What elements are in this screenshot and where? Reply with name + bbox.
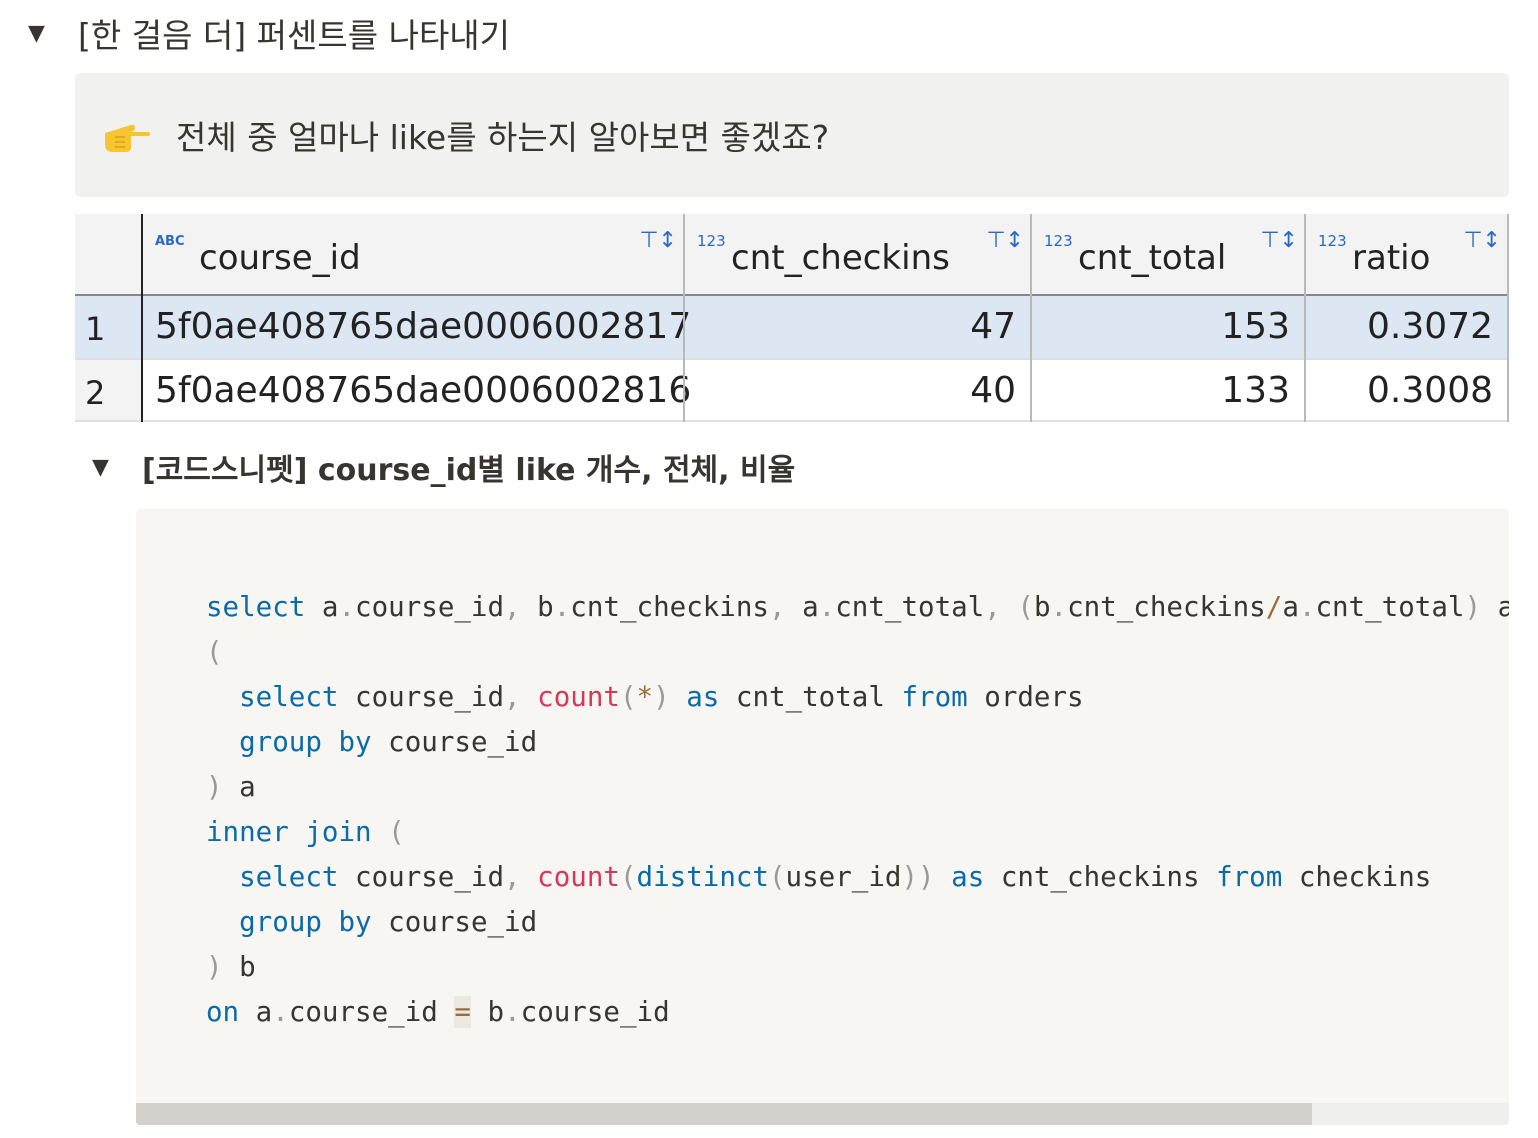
pointing-hand-icon [105, 124, 150, 152]
cell-ratio[interactable]: 0.3072 [1367, 306, 1493, 347]
cell-ratio[interactable]: 0.3008 [1367, 370, 1493, 411]
code-line-9: ) b [206, 951, 256, 983]
sort-filter-icon[interactable]: ⊤↕ [639, 228, 677, 253]
toggle-title: [코드스니펫] course_id별 like 개수, 전체, 비율 [142, 453, 796, 488]
code-line-1: select a.course_id, b.cnt_checkins, a.cn… [206, 591, 1509, 623]
column-header-cnt-total[interactable]: 123 cnt_total ⊤↕ [1032, 214, 1304, 294]
toggle-code-snippet[interactable]: ▼ [코드스니펫] course_id별 like 개수, 전체, 비율 [92, 442, 795, 492]
code-line-8: group by course_id [239, 906, 538, 938]
toggle-triangle-icon[interactable]: ▼ [28, 21, 78, 46]
cell-cnt-checkins[interactable]: 40 [970, 370, 1016, 411]
column-header-course-id[interactable]: ABC course_id ⊤↕ [143, 214, 683, 294]
callout-block: 전체 중 얼마나 like를 하는지 알아보면 좋겠죠? [75, 73, 1509, 197]
column-divider [683, 214, 685, 422]
toggle-triangle-icon[interactable]: ▼ [92, 455, 142, 480]
code-line-5: ) a [206, 771, 256, 803]
row-number: 2 [85, 374, 106, 412]
number-type-icon: 123 [1318, 232, 1347, 250]
code-line-6: inner join ( [206, 816, 405, 848]
cell-cnt-total[interactable]: 153 [1221, 306, 1290, 347]
result-grid: 1 5f0ae408765dae0006002817 47 153 0.3072… [75, 214, 1509, 422]
column-divider [1304, 214, 1306, 422]
callout-text: 전체 중 얼마나 like를 하는지 알아보면 좋겠죠? [176, 118, 830, 157]
code-content[interactable]: select a.course_id, b.cnt_checkins, a.cn… [206, 585, 1509, 1035]
toggle-title: [한 걸음 더] 퍼센트를 나타내기 [78, 16, 511, 55]
code-block[interactable]: select a.course_id, b.cnt_checkins, a.cn… [136, 509, 1509, 1125]
code-line-4: group by course_id [239, 726, 538, 758]
number-type-icon: 123 [697, 232, 726, 250]
code-line-3: select course_id, count(*) as cnt_total … [239, 681, 1084, 713]
column-divider [1507, 214, 1509, 422]
cell-course-id[interactable]: 5f0ae408765dae0006002816 [155, 370, 691, 411]
code-line-7: select course_id, count(distinct(user_id… [239, 861, 1432, 893]
sort-filter-icon[interactable]: ⊤↕ [1260, 228, 1298, 253]
notion-page: ▼ [한 걸음 더] 퍼센트를 나타내기 전체 중 얼마나 like를 하는지 … [0, 0, 1538, 1138]
cell-cnt-total[interactable]: 133 [1221, 370, 1290, 411]
toggle-percent[interactable]: ▼ [한 걸음 더] 퍼센트를 나타내기 [28, 8, 510, 58]
column-name: ratio [1352, 238, 1431, 278]
table-row[interactable]: 1 5f0ae408765dae0006002817 47 153 0.3072 [75, 296, 1509, 358]
code-line-2: ( [206, 636, 223, 668]
cell-course-id[interactable]: 5f0ae408765dae0006002817 [155, 306, 691, 347]
row-divider [75, 420, 1509, 422]
column-divider [1030, 214, 1032, 422]
column-divider [141, 214, 143, 422]
column-header-ratio[interactable]: 123 ratio ⊤↕ [1306, 214, 1507, 294]
column-name: cnt_total [1078, 238, 1227, 278]
column-name: course_id [199, 238, 361, 278]
sort-filter-icon[interactable]: ⊤↕ [1463, 228, 1501, 253]
column-name: cnt_checkins [731, 238, 950, 278]
table-row[interactable]: 2 5f0ae408765dae0006002816 40 133 0.3008 [75, 360, 1509, 422]
scrollbar-thumb[interactable] [136, 1103, 1312, 1125]
row-number: 1 [85, 310, 106, 348]
cell-cnt-checkins[interactable]: 47 [970, 306, 1016, 347]
code-line-10: on a.course_id = b.course_id [206, 996, 670, 1028]
text-type-icon: ABC [155, 234, 185, 249]
sort-filter-icon[interactable]: ⊤↕ [986, 228, 1024, 253]
column-header-cnt-checkins[interactable]: 123 cnt_checkins ⊤↕ [685, 214, 1030, 294]
number-type-icon: 123 [1044, 232, 1073, 250]
